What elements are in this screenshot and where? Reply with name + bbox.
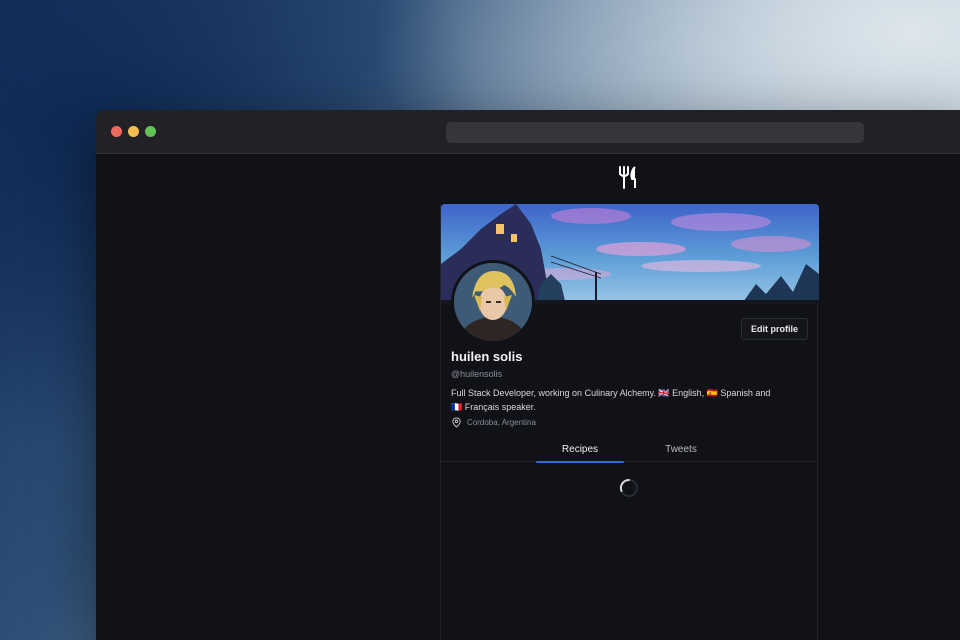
profile-bio: Full Stack Developer, working on Culinar…: [451, 386, 811, 414]
bio-line: Full Stack Developer, working on Culinar…: [451, 388, 771, 398]
location-text: Cordoba, Argentina: [467, 418, 536, 427]
profile-name: huilen solis: [451, 349, 523, 364]
tab-tweets[interactable]: Tweets: [637, 436, 725, 462]
bio-line: 🇫🇷 Français speaker.: [451, 402, 536, 412]
edit-profile-button[interactable]: Edit profile: [741, 318, 808, 340]
browser-window: Edit profile huilen solis @huilensolis F…: [96, 110, 960, 640]
loading-spinner-icon: [619, 478, 638, 497]
minimize-window-button[interactable]: [128, 126, 139, 137]
profile-column: Edit profile huilen solis @huilensolis F…: [440, 204, 819, 640]
avatar-image: [454, 263, 532, 341]
page-content: Edit profile huilen solis @huilensolis F…: [96, 154, 960, 640]
location-pin-icon: [452, 417, 461, 428]
maximize-window-button[interactable]: [145, 126, 156, 137]
close-window-button[interactable]: [111, 126, 122, 137]
tab-recipes[interactable]: Recipes: [536, 436, 624, 463]
profile-location: Cordoba, Argentina: [451, 417, 536, 428]
profile-tabs: Recipes Tweets: [441, 436, 819, 463]
avatar[interactable]: [451, 260, 535, 344]
title-bar: [96, 110, 960, 154]
fork-knife-icon[interactable]: [616, 164, 642, 190]
profile-handle: @huilensolis: [451, 369, 503, 379]
address-bar[interactable]: [446, 122, 864, 143]
